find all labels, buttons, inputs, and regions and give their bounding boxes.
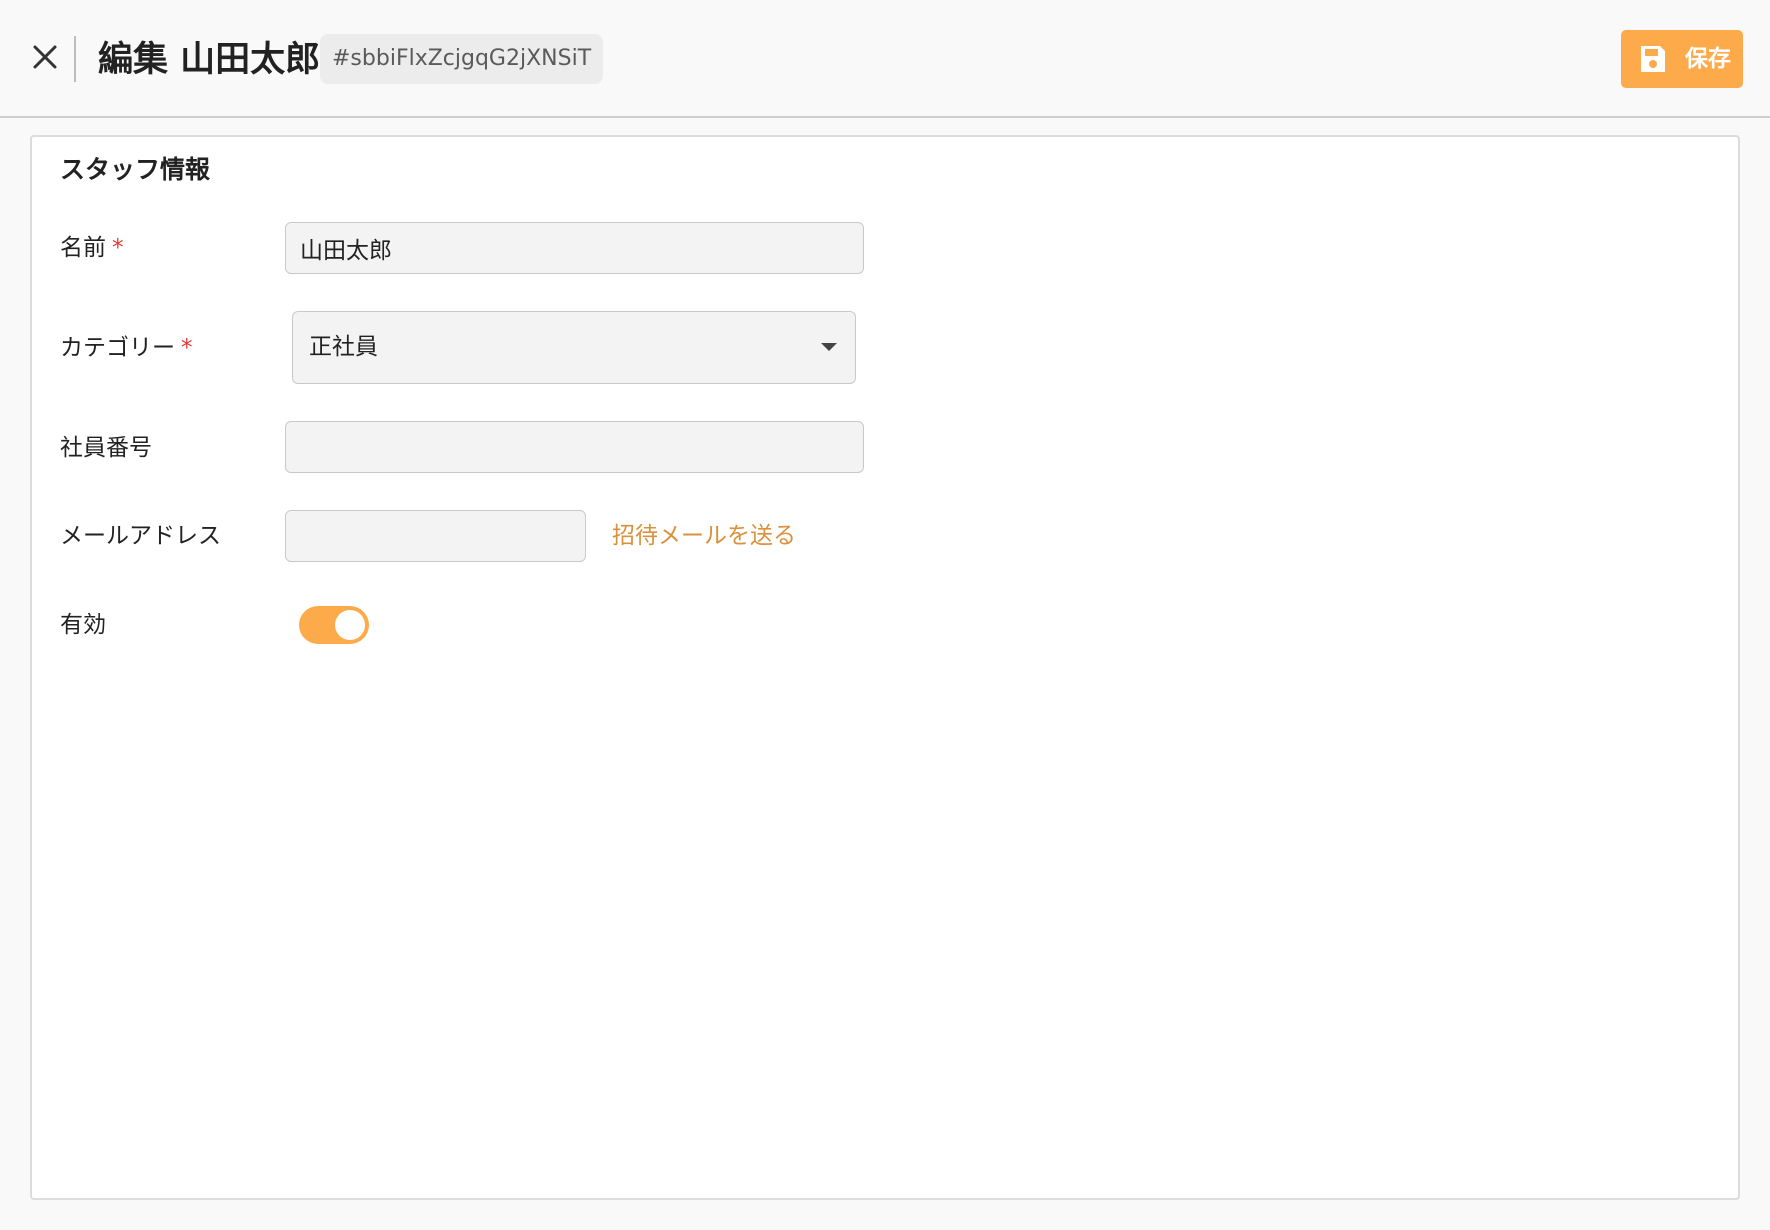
name-required-mark: * bbox=[112, 235, 124, 261]
active-toggle[interactable] bbox=[299, 606, 369, 644]
active-label: 有効 bbox=[60, 612, 106, 638]
employee-number-label: 社員番号 bbox=[60, 435, 152, 461]
category-label-text: カテゴリー bbox=[60, 335, 175, 361]
save-icon bbox=[1641, 46, 1665, 72]
category-selected-value: 正社員 bbox=[309, 334, 378, 360]
category-label: カテゴリー * bbox=[60, 330, 193, 366]
header-divider bbox=[74, 36, 76, 82]
close-button[interactable] bbox=[28, 40, 62, 74]
email-label: メールアドレス bbox=[60, 523, 221, 549]
close-icon bbox=[33, 45, 57, 69]
save-button-label: 保存 bbox=[1685, 46, 1731, 72]
name-input[interactable] bbox=[285, 222, 864, 274]
send-invite-link[interactable]: 招待メールを送る bbox=[612, 518, 796, 554]
dropdown-arrow-icon bbox=[821, 343, 837, 351]
record-id-chip: #sbbiFlxZcjgqG2jXNSiT bbox=[320, 34, 604, 84]
email-input[interactable] bbox=[285, 510, 586, 562]
page-title: 編集 山田太郎 bbox=[98, 40, 321, 80]
staff-info-card bbox=[30, 135, 1740, 1200]
save-button[interactable]: 保存 bbox=[1621, 30, 1743, 88]
category-select[interactable]: 正社員 bbox=[292, 311, 856, 384]
card-title: スタッフ情報 bbox=[60, 155, 211, 184]
top-bar: 編集 山田太郎 #sbbiFlxZcjgqG2jXNSiT 保存 bbox=[0, 0, 1770, 118]
toggle-knob bbox=[335, 610, 365, 640]
name-label: 名前 * bbox=[60, 230, 124, 266]
name-label-text: 名前 bbox=[60, 235, 106, 261]
category-required-mark: * bbox=[181, 335, 193, 361]
employee-number-input[interactable] bbox=[285, 421, 864, 473]
